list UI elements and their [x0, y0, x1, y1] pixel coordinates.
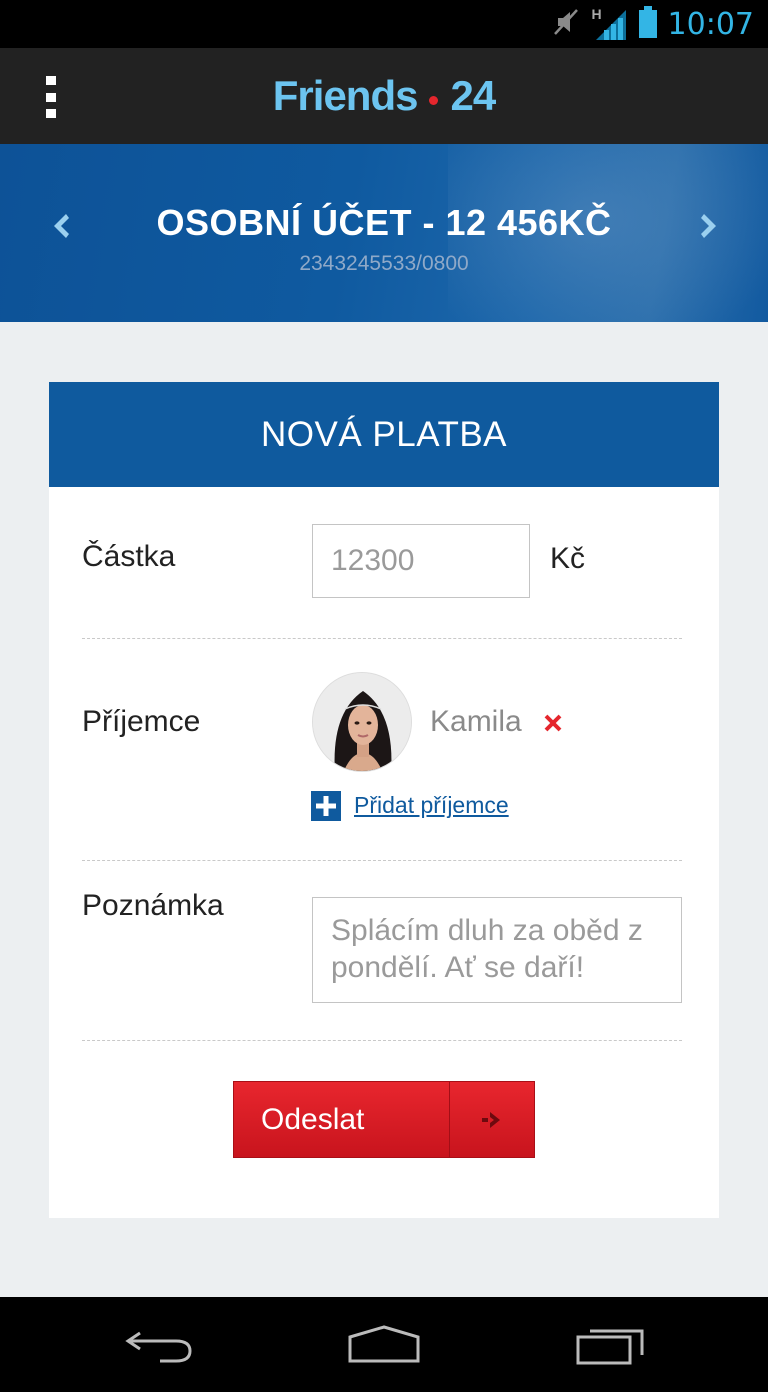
recent-apps-icon[interactable] — [574, 1323, 646, 1367]
avatar — [312, 672, 412, 772]
account-banner: OSOBNÍ ÚČET - 12 456KČ — [0, 144, 768, 322]
status-bar: H 10:07 — [0, 0, 768, 48]
navigation-bar — [0, 1297, 768, 1392]
account-number: 2343245533/0800 — [299, 252, 469, 275]
amount-input[interactable]: 12300 — [312, 524, 530, 598]
send-button[interactable]: Odeslat — [233, 1081, 535, 1158]
divider — [82, 1040, 682, 1041]
chevron-right-icon[interactable] — [700, 212, 720, 240]
plus-icon[interactable] — [311, 791, 341, 821]
home-icon[interactable] — [346, 1323, 422, 1367]
form-title: NOVÁ PLATBA — [49, 382, 719, 487]
amount-label: Částka — [82, 540, 176, 573]
status-icons: H 10:07 — [552, 0, 754, 48]
send-button-label: Odeslat — [261, 1102, 365, 1136]
divider — [82, 860, 682, 861]
note-label: Poznámka — [82, 889, 224, 922]
app-bar: Friends 24 — [0, 48, 768, 144]
payment-form: NOVÁ PLATBA Částka 12300 Kč Příjemce Kam… — [49, 382, 719, 1218]
battery-icon — [638, 5, 658, 43]
brand-name: Friends — [272, 72, 419, 119]
account-title: OSOBNÍ ÚČET - 12 456KČ — [156, 202, 612, 243]
status-time: 10:07 — [667, 6, 754, 42]
arrow-right-icon — [449, 1082, 534, 1157]
back-icon[interactable] — [124, 1323, 194, 1367]
currency-label: Kč — [550, 542, 586, 575]
remove-recipient-icon[interactable] — [542, 712, 564, 734]
divider — [82, 638, 682, 639]
recipient-label: Příjemce — [82, 705, 201, 738]
brand-number: 24 — [450, 72, 496, 119]
mute-icon — [552, 7, 580, 42]
brand-dot — [429, 95, 439, 105]
signal-icon: H — [590, 6, 628, 42]
note-input[interactable]: Splácím dluh za oběd z pondělí. Ať se da… — [312, 897, 682, 1003]
app-logo: Friends 24 — [0, 48, 768, 144]
recipient-name: Kamila — [430, 705, 522, 738]
add-recipient-link[interactable]: Přidat příjemce — [354, 792, 509, 819]
